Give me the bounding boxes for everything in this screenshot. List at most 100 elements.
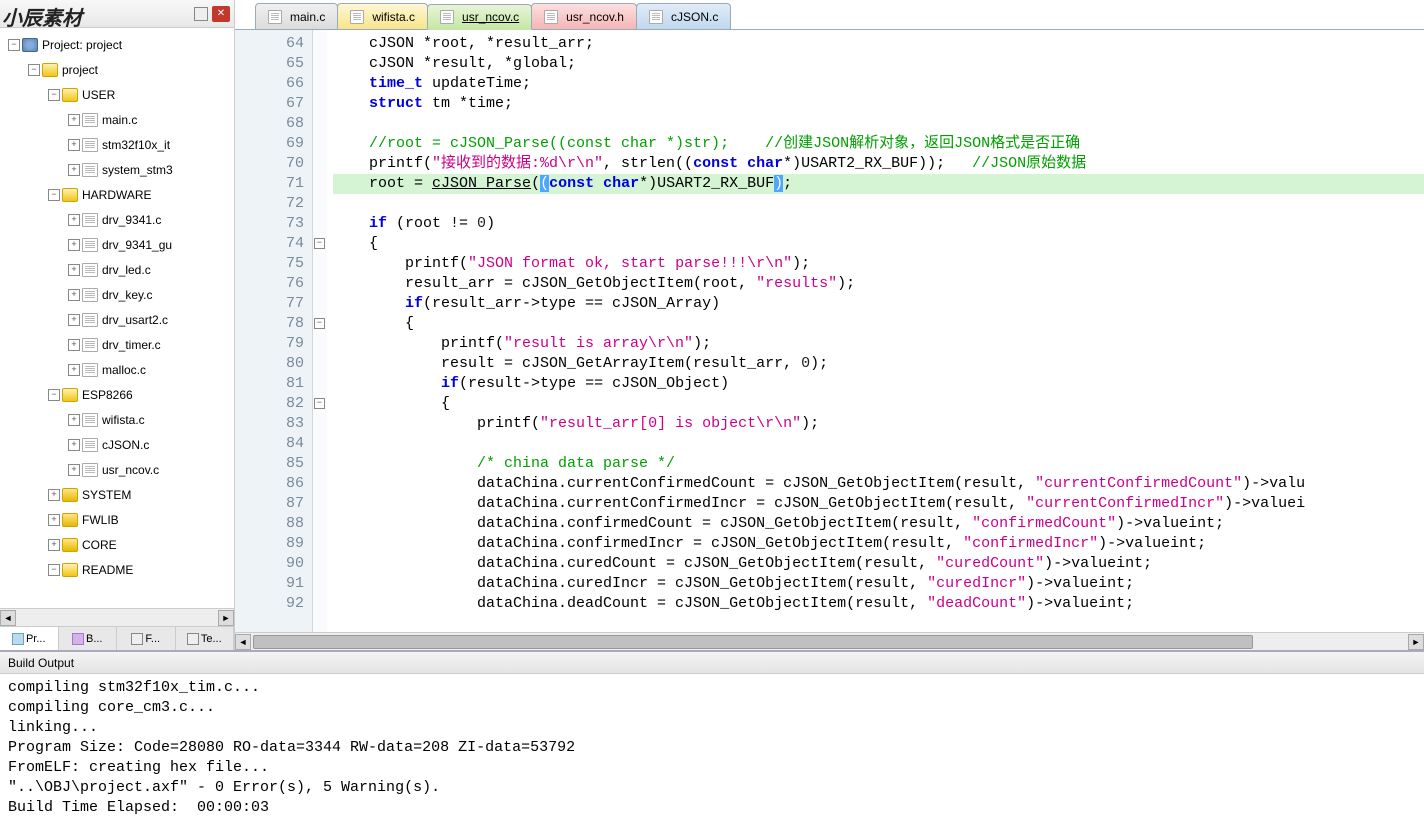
editor-area: main.c wifista.c usr_ncov.c usr_ncov.hcJSON… [235,0,1424,650]
tree-node[interactable]: + drv_led.c [2,257,234,282]
tree-node[interactable]: +drv_key.c [2,282,234,307]
scroll-thumb[interactable] [253,635,1253,649]
expander-icon[interactable]: − [48,564,60,576]
expander-icon[interactable]: − [48,389,60,401]
sidebar-hscrollbar[interactable]: ◄ ► [0,608,234,626]
tree-node[interactable]: −ESP8266 [2,382,234,407]
tree-label: Project: project [42,38,122,52]
tree-node[interactable]: −HARDWARE [2,182,234,207]
file-tab[interactable]: wifista.c [337,3,428,29]
file-icon [82,263,98,277]
tab-label: wifista.c [372,10,415,24]
build-output-text[interactable]: compiling stm32f10x_tim.c... compiling c… [0,674,1424,829]
tree-node[interactable]: +SYSTEM [2,482,234,507]
tree-label: usr_ncov.c [102,463,159,477]
expander-icon[interactable]: + [68,164,80,176]
sidebar-tab-label: F... [145,633,160,645]
close-panel-button[interactable]: ✕ [212,6,230,22]
sidebar-tab-templates[interactable]: Te... [176,627,235,650]
functions-tab-icon [131,633,143,645]
tree-node[interactable]: + cJSON.c [2,432,234,457]
expander-icon[interactable]: + [68,364,80,376]
expander-icon[interactable]: + [48,489,60,501]
scroll-left-icon[interactable]: ◄ [235,634,251,650]
folder-icon [42,63,58,77]
code-editor[interactable]: 6465666768697071727374757677787980818283… [235,30,1424,632]
tree-label: stm32f10x_it [102,138,170,152]
tree-node[interactable]: +drv_9341.c [2,207,234,232]
tree-label: drv_9341_gu [102,238,172,252]
tree-node[interactable]: + drv_9341_gu [2,232,234,257]
expander-icon[interactable]: + [68,289,80,301]
tree-label: drv_usart2.c [102,313,168,327]
editor-hscrollbar[interactable]: ◄ ► [235,632,1424,650]
tree-node[interactable]: +main.c [2,107,234,132]
tab-label: usr_ncov.c [462,10,519,24]
fold-column[interactable]: − − − [313,30,327,632]
scroll-right-icon[interactable]: ► [1408,634,1424,650]
fold-toggle[interactable]: − [314,318,325,329]
tree-label: wifista.c [102,413,145,427]
sidebar-tab-functions[interactable]: F... [117,627,176,650]
expander-icon[interactable]: + [48,514,60,526]
code-content[interactable]: cJSON *root, *result_arr; cJSON *result,… [327,30,1424,632]
expander-icon[interactable]: − [8,39,20,51]
expander-icon[interactable]: + [68,139,80,151]
sidebar-tab-books[interactable]: B... [59,627,118,650]
tree-node[interactable]: + usr_ncov.c [2,457,234,482]
tree-node[interactable]: + FWLIB [2,507,234,532]
tree-label: malloc.c [102,363,146,377]
tree-node[interactable]: + stm32f10x_it [2,132,234,157]
expander-icon[interactable]: + [68,214,80,226]
tree-node[interactable]: −USER [2,82,234,107]
file-tab[interactable]: main.c [255,3,338,29]
expander-icon[interactable]: + [68,414,80,426]
expander-icon[interactable]: + [68,339,80,351]
folder-closed-icon [62,538,78,552]
tree-node[interactable]: + malloc.c [2,357,234,382]
expander-icon[interactable]: + [48,539,60,551]
file-icon [82,313,98,327]
file-tab[interactable]: usr_ncov.h [531,3,637,29]
file-icon [82,413,98,427]
expander-icon[interactable]: − [28,64,40,76]
tree-label: drv_led.c [102,263,151,277]
tree-label: cJSON.c [102,438,149,452]
tree-node[interactable]: −project [2,57,234,82]
expander-icon[interactable]: − [48,189,60,201]
file-icon [82,463,98,477]
file-tabs: main.c wifista.c usr_ncov.c usr_ncov.hcJSON… [235,0,1424,30]
scroll-left-icon[interactable]: ◄ [0,610,16,626]
file-icon [82,338,98,352]
expander-icon[interactable]: + [68,114,80,126]
file-icon [268,10,282,24]
tree-node[interactable]: − Project: project [2,32,234,57]
expander-icon[interactable]: + [68,464,80,476]
fold-toggle[interactable]: − [314,398,325,409]
pin-icon[interactable] [194,7,208,21]
tree-label: system_stm3 [102,163,173,177]
tree-node[interactable]: + drv_usart2.c [2,307,234,332]
file-tab[interactable]: usr_ncov.c [427,4,532,30]
tree-label: README [82,563,133,577]
expander-icon[interactable]: + [68,264,80,276]
file-icon [82,113,98,127]
file-tab[interactable]: cJSON.c [636,3,731,29]
project-tree[interactable]: −Project: project−project−USER+main.c+st… [0,28,234,608]
tree-node[interactable]: +CORE [2,532,234,557]
expander-icon[interactable]: + [68,439,80,451]
tree-node[interactable]: +drv_timer.c [2,332,234,357]
tree-label: FWLIB [82,513,119,527]
tree-node[interactable]: + wifista.c [2,407,234,432]
file-icon [82,438,98,452]
sidebar-tab-label: B... [86,633,103,645]
tree-node[interactable]: − README [2,557,234,582]
expander-icon[interactable]: + [68,314,80,326]
expander-icon[interactable]: − [48,89,60,101]
tree-node[interactable]: + system_stm3 [2,157,234,182]
sidebar-tab-project[interactable]: Pr... [0,627,59,650]
folder-icon [62,88,78,102]
expander-icon[interactable]: + [68,239,80,251]
fold-toggle[interactable]: − [314,238,325,249]
scroll-right-icon[interactable]: ► [218,610,234,626]
